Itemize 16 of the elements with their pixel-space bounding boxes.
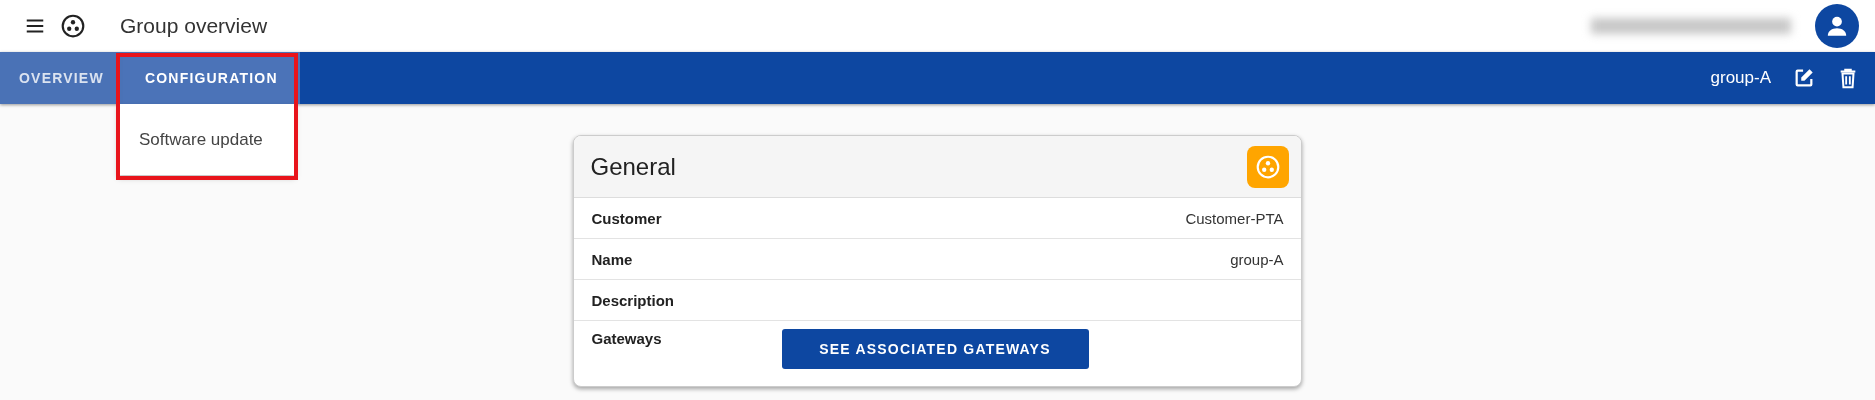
edit-icon[interactable] [1793,67,1815,89]
field-label: Name [591,250,633,268]
page-title: Group overview [120,14,268,38]
card-title: General [590,152,676,181]
group-icon [1254,153,1281,180]
field-label: Gateways [591,330,662,347]
field-value: group-A [1230,250,1284,268]
nav-tab[interactable]: OVERVIEW [0,52,123,104]
field-label: Customer [591,209,662,227]
menu-item[interactable]: Software update [118,129,284,150]
field-label: Description [591,291,674,309]
see-gateways-button[interactable]: SEE ASSOCIATED GATEWAYS [781,329,1089,369]
group-name: group-A [1710,68,1771,88]
user-avatar[interactable] [1815,4,1859,48]
group-icon [60,13,86,39]
field-value: Customer-PTA [1185,209,1284,227]
